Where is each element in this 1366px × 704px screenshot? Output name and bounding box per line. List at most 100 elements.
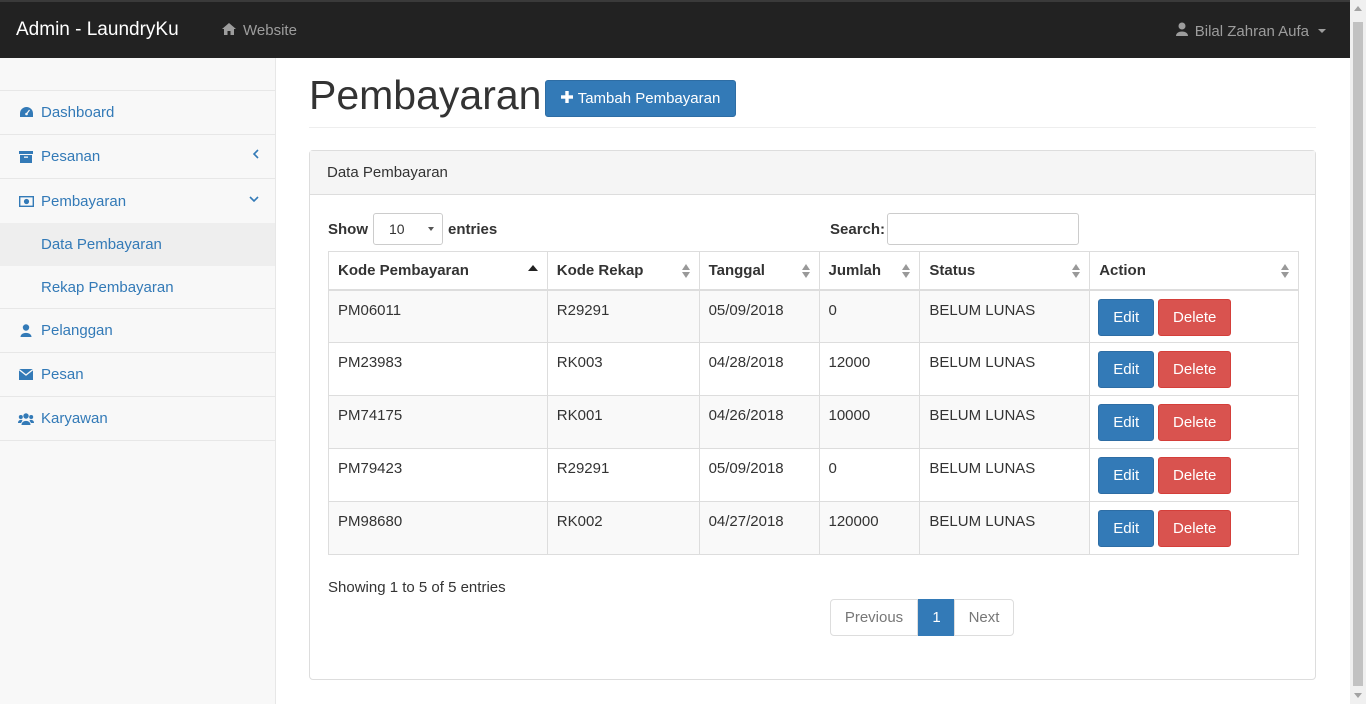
sidebar-item-karyawan[interactable]: Karyawan <box>0 397 275 441</box>
cell-status: BELUM LUNAS <box>919 395 1091 449</box>
cell-action: Edit Delete <box>1089 448 1299 502</box>
pagination: Previous 1 Next <box>830 599 1014 636</box>
cell-status: BELUM LUNAS <box>919 501 1091 555</box>
website-link[interactable]: Website <box>222 22 297 39</box>
select-arrow-icon <box>428 227 434 231</box>
cell-kode-pembayaran: PM79423 <box>328 448 548 502</box>
add-payment-button[interactable]: Tambah Pembayaran <box>545 80 736 117</box>
cell-status: BELUM LUNAS <box>919 342 1091 396</box>
sidebar-item-pelanggan[interactable]: Pelanggan <box>0 309 275 353</box>
column-label: Tanggal <box>708 261 765 279</box>
cell-tanggal: 04/28/2018 <box>698 342 820 396</box>
column-header-status[interactable]: Status <box>919 251 1091 291</box>
search-input[interactable] <box>887 213 1080 245</box>
sort-icon <box>1072 264 1081 278</box>
delete-button[interactable]: Delete <box>1158 457 1232 494</box>
edit-button[interactable]: Edit <box>1098 510 1155 547</box>
user-menu-toggle[interactable]: Bilal Zahran Aufa <box>1175 22 1326 40</box>
money-icon <box>18 193 34 209</box>
sidebar-spacer <box>0 58 275 91</box>
home-icon <box>222 22 236 39</box>
archive-icon <box>18 149 34 165</box>
delete-button[interactable]: Delete <box>1158 404 1232 441</box>
edit-button[interactable]: Edit <box>1098 351 1155 388</box>
column-label: Status <box>929 261 976 279</box>
payments-panel: Data Pembayaran Show 10 entries Search: … <box>309 150 1316 680</box>
payments-table: Kode Pembayaran Kode Rekap Tanggal Jumla… <box>328 251 1299 555</box>
sidebar-item-pesanan[interactable]: Pesanan <box>0 135 275 179</box>
sort-icon <box>681 264 691 278</box>
sidebar-item-label: Pelanggan <box>41 322 113 339</box>
add-payment-label: Tambah Pembayaran <box>577 90 721 107</box>
column-header-action[interactable]: Action <box>1089 251 1299 291</box>
envelope-icon <box>18 367 34 383</box>
page-length-value: 10 <box>389 221 405 237</box>
table-row: PM06011 R29291 05/09/2018 0 BELUM LUNAS … <box>328 289 1299 343</box>
sidebar-subitem-rekap-pembayaran[interactable]: Rekap Pembayaran <box>0 266 275 309</box>
cell-kode-rekap: R29291 <box>546 448 700 502</box>
cell-status: BELUM LUNAS <box>919 448 1091 502</box>
column-label: Jumlah <box>828 261 882 279</box>
column-header-kode-rekap[interactable]: Kode Rekap <box>546 251 700 291</box>
top-navbar: Admin - LaundryKu Website Bilal Zahran A… <box>0 0 1350 58</box>
sidebar-item-pembayaran[interactable]: Pembayaran <box>0 179 275 223</box>
column-header-kode-pembayaran[interactable]: Kode Pembayaran <box>328 251 548 291</box>
edit-button[interactable]: Edit <box>1098 457 1155 494</box>
sort-icon <box>801 264 811 278</box>
cell-action: Edit Delete <box>1089 395 1299 449</box>
sidebar-item-pesan[interactable]: Pesan <box>0 353 275 397</box>
vertical-scrollbar[interactable] <box>1350 0 1366 704</box>
sidebar-subitem-data-pembayaran[interactable]: Data Pembayaran <box>0 223 275 266</box>
cell-tanggal: 05/09/2018 <box>698 448 820 502</box>
scrollbar-thumb[interactable] <box>1353 22 1363 686</box>
cell-kode-pembayaran: PM23983 <box>328 342 548 396</box>
cell-jumlah: 10000 <box>818 395 921 449</box>
cell-jumlah: 12000 <box>818 342 921 396</box>
cell-kode-rekap: RK001 <box>546 395 700 449</box>
table-row: PM98680 RK002 04/27/2018 120000 BELUM LU… <box>328 501 1299 555</box>
website-label: Website <box>243 22 297 39</box>
users-icon <box>18 411 34 427</box>
edit-button[interactable]: Edit <box>1098 298 1155 336</box>
plus-icon <box>560 90 573 107</box>
panel-heading: Data Pembayaran <box>310 151 1315 195</box>
main-content: Pembayaran Tambah Pembayaran Data Pembay… <box>309 58 1316 680</box>
table-row: PM79423 R29291 05/09/2018 0 BELUM LUNAS … <box>328 448 1299 502</box>
cell-kode-rekap: RK003 <box>546 342 700 396</box>
cell-status: BELUM LUNAS <box>919 289 1091 343</box>
table-row: PM23983 RK003 04/28/2018 12000 BELUM LUN… <box>328 342 1299 396</box>
page-1-button[interactable]: 1 <box>918 599 955 636</box>
page-header: Pembayaran Tambah Pembayaran <box>309 58 1316 128</box>
column-header-tanggal[interactable]: Tanggal <box>698 251 820 291</box>
cell-kode-rekap: R29291 <box>546 289 700 343</box>
user-name: Bilal Zahran Aufa <box>1194 22 1309 40</box>
delete-button[interactable]: Delete <box>1158 351 1232 388</box>
brand-link[interactable]: Admin - LaundryKu <box>16 19 179 41</box>
table-info: Showing 1 to 5 of 5 entries <box>328 579 506 596</box>
cell-action: Edit Delete <box>1089 342 1299 396</box>
user-icon <box>1175 22 1188 40</box>
sidebar-item-label: Dashboard <box>41 104 115 121</box>
cell-action: Edit Delete <box>1089 289 1299 343</box>
search-control: Search: <box>830 213 1080 245</box>
next-page-button[interactable]: Next <box>954 599 1014 636</box>
sidebar-item-label: Pesan <box>41 366 84 383</box>
scroll-up-arrow-icon[interactable] <box>1354 6 1362 11</box>
cell-kode-pembayaran: PM74175 <box>328 395 548 449</box>
table-header-row: Kode Pembayaran Kode Rekap Tanggal Jumla… <box>328 251 1299 291</box>
delete-button[interactable]: Delete <box>1158 298 1232 336</box>
table-row: PM74175 RK001 04/26/2018 10000 BELUM LUN… <box>328 395 1299 449</box>
scroll-down-arrow-icon[interactable] <box>1354 693 1362 698</box>
delete-button[interactable]: Delete <box>1158 510 1232 547</box>
column-header-jumlah[interactable]: Jumlah <box>818 251 921 291</box>
sidebar-item-dashboard[interactable]: Dashboard <box>0 91 275 135</box>
previous-page-button[interactable]: Previous <box>830 599 918 636</box>
sort-icon <box>902 264 911 278</box>
sidebar: Dashboard Pesanan Pembayaran Data Pembay… <box>0 58 276 704</box>
edit-button[interactable]: Edit <box>1098 404 1155 441</box>
chevron-left-icon <box>252 148 259 162</box>
page-length-select[interactable]: 10 <box>373 213 443 245</box>
show-label: Show <box>328 220 368 238</box>
cell-tanggal: 05/09/2018 <box>698 289 820 343</box>
cell-tanggal: 04/27/2018 <box>698 501 820 555</box>
